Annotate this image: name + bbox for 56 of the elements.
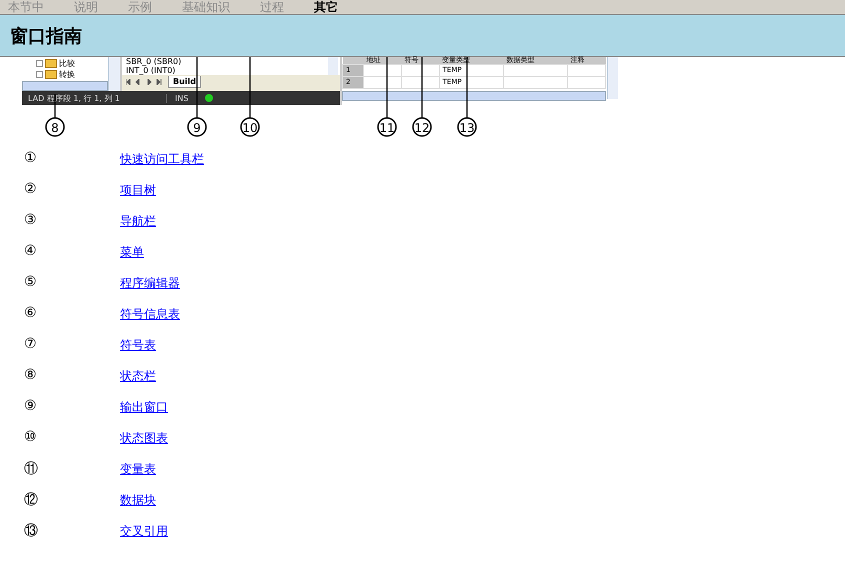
callout-number: 10 — [240, 117, 260, 137]
leader-line — [196, 57, 198, 118]
topic-link[interactable]: 导航栏 — [120, 212, 156, 243]
callout-number: 11 — [377, 117, 397, 137]
leader-line — [249, 57, 251, 118]
item-number: ⑪ — [24, 460, 39, 479]
topic-link[interactable]: 状态图表 — [120, 429, 168, 460]
callout-number: 9 — [187, 117, 207, 137]
item-number: ⑦ — [24, 336, 38, 354]
topic-link[interactable]: 快速访问工具栏 — [120, 150, 204, 181]
horizontal-scrollbar[interactable] — [342, 91, 606, 101]
page-title: 窗口指南 — [10, 24, 82, 48]
topic-link[interactable]: 符号表 — [120, 336, 156, 367]
leader-line — [466, 57, 468, 118]
leader-line — [54, 94, 56, 118]
folder-icon — [45, 59, 57, 68]
output-tab[interactable]: Build — [168, 76, 202, 88]
item-number: ⑥ — [24, 305, 38, 323]
topic-link[interactable]: 项目树 — [120, 181, 156, 212]
callout-number: 8 — [45, 117, 65, 137]
tree-item[interactable]: 比较 — [59, 58, 75, 68]
item-number: ② — [24, 181, 38, 199]
item-number: ⑨ — [24, 398, 38, 416]
nav-tab[interactable]: 其它 — [314, 0, 338, 14]
vertical-scrollbar[interactable] — [607, 57, 618, 99]
topic-link[interactable]: 交叉引用 — [120, 522, 168, 553]
tree-item[interactable]: 转换 — [59, 70, 75, 80]
topic-link[interactable]: 程序编辑器 — [120, 274, 180, 305]
output-item: INT_0 (INT0) — [126, 66, 176, 75]
vertical-scrollbar[interactable] — [108, 57, 120, 91]
item-number: ① — [24, 150, 38, 168]
output-item: SBR_0 (SBR0) — [126, 57, 182, 66]
topic-link[interactable]: 符号信息表 — [120, 305, 180, 336]
folder-icon — [45, 70, 57, 79]
item-number: ⑬ — [24, 522, 39, 541]
status-text: LAD 程序段 1, 行 1, 列 1 — [28, 92, 121, 104]
leader-line — [421, 57, 423, 118]
callout-number: 12 — [412, 117, 432, 137]
item-number: ⑧ — [24, 367, 38, 385]
topic-link[interactable]: 数据块 — [120, 491, 156, 522]
callout-number: 13 — [457, 117, 477, 137]
topic-link[interactable]: 变量表 — [120, 460, 156, 491]
topic-link[interactable]: 菜单 — [120, 243, 144, 274]
status-mode: INS — [166, 94, 197, 102]
leader-line — [386, 57, 388, 118]
horizontal-scrollbar[interactable] — [22, 81, 108, 91]
topic-link[interactable]: 状态栏 — [120, 367, 156, 398]
vertical-scrollbar[interactable] — [328, 57, 338, 75]
item-number: ⑩ — [24, 429, 38, 447]
item-number: ⑫ — [24, 491, 39, 510]
item-number: ④ — [24, 243, 38, 261]
item-number: ③ — [24, 212, 38, 230]
item-number: ⑤ — [24, 274, 38, 292]
tab-navigation-icon[interactable] — [126, 79, 162, 85]
status-indicator-icon — [205, 94, 213, 102]
topic-link[interactable]: 输出窗口 — [120, 398, 168, 429]
